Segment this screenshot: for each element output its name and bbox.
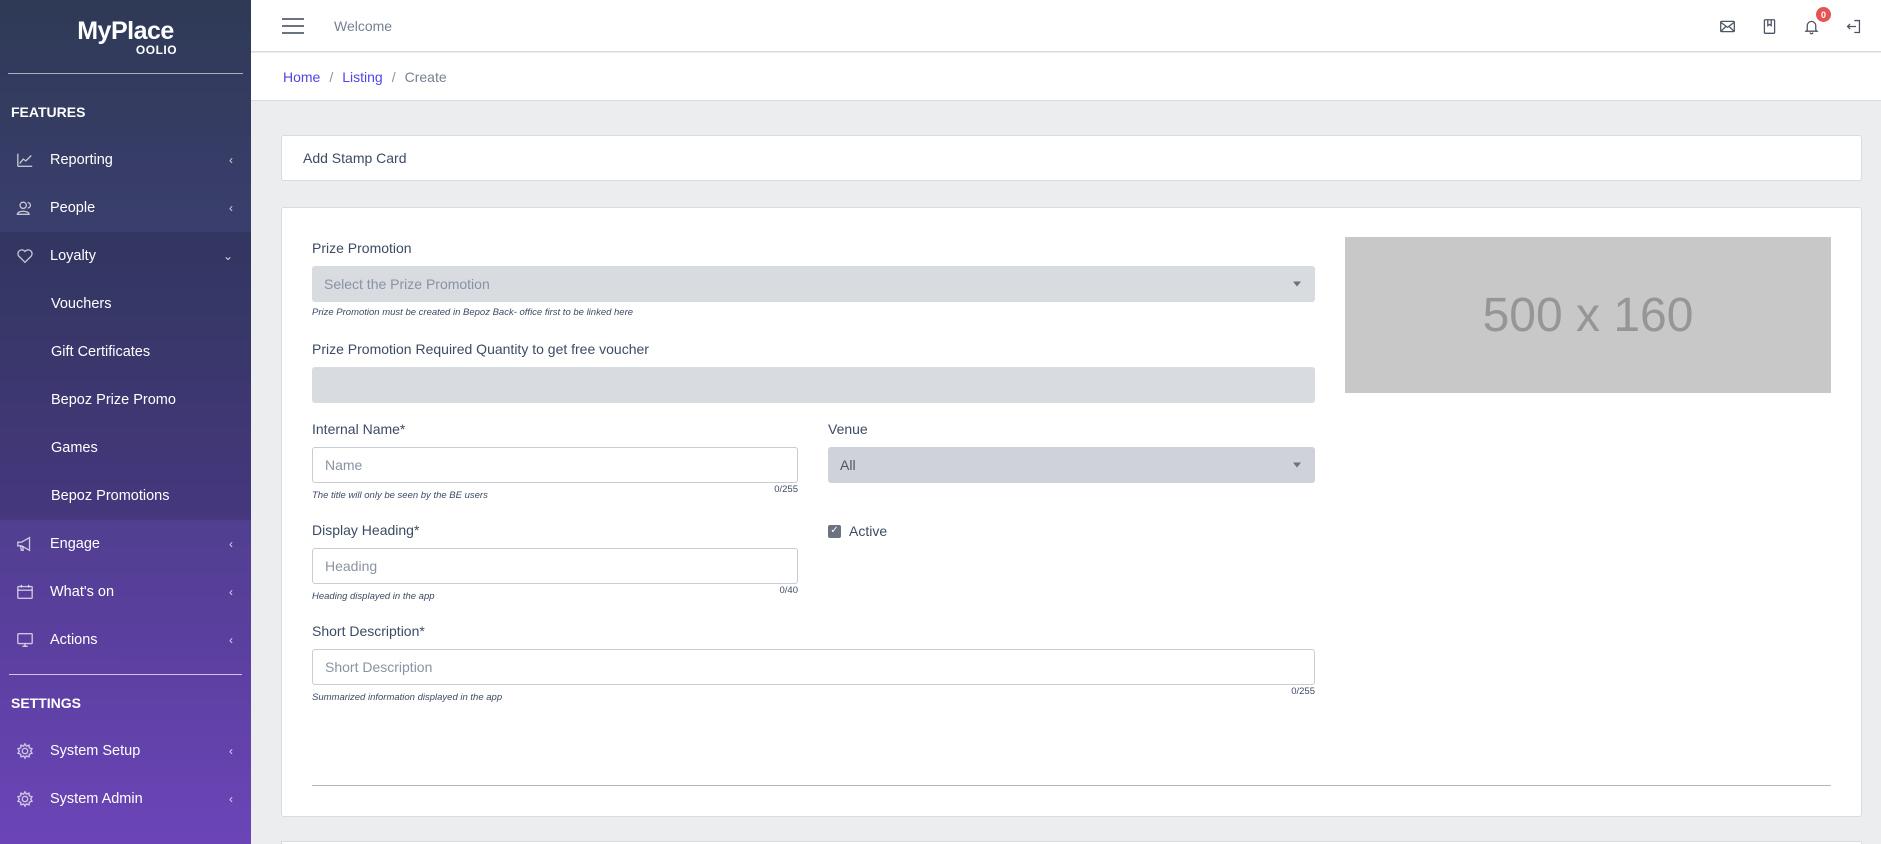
sidebar-divider xyxy=(9,674,242,675)
chart-icon xyxy=(14,149,36,171)
sidebar-item-label: Gift Certificates xyxy=(51,344,151,360)
gear-icon xyxy=(14,788,36,810)
venue-label: Venue xyxy=(828,421,868,437)
sidebar-item-engage[interactable]: Engage ‹ xyxy=(0,520,251,568)
breadcrumb-separator: / xyxy=(391,68,396,85)
monitor-icon xyxy=(14,629,36,651)
prize-promotion-placeholder: Select the Prize Promotion xyxy=(324,276,490,292)
required-quantity-label: Prize Promotion Required Quantity to get… xyxy=(312,341,649,357)
breadcrumb-home[interactable]: Home xyxy=(283,69,320,85)
top-header: Welcome 0 xyxy=(251,0,1881,52)
internal-name-counter: 0/255 xyxy=(774,484,798,495)
brand-name: MyPlace xyxy=(77,16,174,45)
image-placeholder[interactable]: 500 x 160 xyxy=(1345,237,1831,393)
breadcrumb-separator: / xyxy=(329,68,334,85)
active-checkbox[interactable]: ✓ xyxy=(828,524,841,538)
sidebar-item-label: Games xyxy=(51,440,98,456)
sidebar-item-label: System Admin xyxy=(50,791,143,807)
form-divider xyxy=(312,785,1831,786)
section-title-settings: SETTINGS xyxy=(11,695,82,711)
chevron-left-icon: ‹ xyxy=(229,153,233,167)
sidebar: MyPlace OOLIO FEATURES Reporting ‹ Peopl… xyxy=(0,0,251,844)
sidebar-item-whats-on[interactable]: What's on ‹ xyxy=(0,568,251,616)
breadcrumb-current: Create xyxy=(404,68,447,85)
sidebar-item-vouchers[interactable]: Vouchers xyxy=(0,280,251,328)
sidebar-item-label: Bepoz Prize Promo xyxy=(51,392,176,408)
book-icon[interactable] xyxy=(1759,16,1779,36)
active-checkbox-group: ✓ Active xyxy=(828,523,887,539)
prize-promotion-help: Prize Promotion must be created in Bepoz… xyxy=(312,307,634,318)
hamburger-menu-icon[interactable] xyxy=(282,17,304,34)
image-placeholder-text: 500 x 160 xyxy=(1482,288,1694,342)
chevron-left-icon: ‹ xyxy=(229,792,233,806)
sidebar-item-system-setup[interactable]: System Setup ‹ xyxy=(0,727,251,775)
sidebar-item-bepoz-promotions[interactable]: Bepoz Promotions xyxy=(0,472,251,520)
notification-badge: 0 xyxy=(1816,7,1831,22)
internal-name-input[interactable] xyxy=(312,447,798,483)
calendar-icon xyxy=(14,581,36,603)
people-icon xyxy=(14,197,36,219)
sidebar-item-label: Vouchers xyxy=(51,296,112,312)
welcome-text: Welcome xyxy=(334,17,393,34)
chevron-left-icon: ‹ xyxy=(229,201,233,215)
envelope-icon[interactable] xyxy=(1717,16,1737,36)
sidebar-item-people[interactable]: People ‹ xyxy=(0,184,251,232)
chevron-left-icon: ‹ xyxy=(229,537,233,551)
gear-icon xyxy=(14,740,36,762)
short-description-label: Short Description* xyxy=(312,623,425,639)
internal-name-label: Internal Name* xyxy=(312,421,406,437)
breadcrumb-listing[interactable]: Listing xyxy=(342,69,382,85)
sidebar-item-label: Engage xyxy=(50,536,100,552)
sidebar-item-label: What's on xyxy=(50,584,115,600)
prize-promotion-select[interactable]: Select the Prize Promotion xyxy=(312,266,1315,302)
required-quantity-input[interactable] xyxy=(312,367,1315,403)
sidebar-item-label: Loyalty xyxy=(50,248,96,264)
page-title-card: Add Stamp Card xyxy=(281,135,1862,181)
short-description-input[interactable] xyxy=(312,649,1315,685)
heart-icon xyxy=(14,245,36,267)
sidebar-item-system-admin[interactable]: System Admin ‹ xyxy=(0,775,251,823)
venue-select[interactable]: All xyxy=(828,447,1315,483)
caret-down-icon xyxy=(1293,462,1301,468)
brand-logo[interactable]: MyPlace OOLIO xyxy=(8,0,243,74)
section-title-features: FEATURES xyxy=(11,104,86,120)
loyalty-subnav: Vouchers Gift Certificates Bepoz Prize P… xyxy=(0,280,251,520)
display-heading-label: Display Heading* xyxy=(312,522,420,538)
logout-icon[interactable] xyxy=(1843,16,1863,36)
caret-down-icon xyxy=(1293,281,1301,287)
display-heading-counter: 0/40 xyxy=(779,585,799,596)
breadcrumb: Home / Listing / Create xyxy=(251,53,1881,101)
bell-icon[interactable]: 0 xyxy=(1801,7,1831,36)
sidebar-item-gift-certificates[interactable]: Gift Certificates xyxy=(0,328,251,376)
sidebar-item-bepoz-prize-promo[interactable]: Bepoz Prize Promo xyxy=(0,376,251,424)
brand-sub: OOLIO xyxy=(135,42,178,57)
header-icons: 0 xyxy=(1717,0,1863,52)
chevron-left-icon: ‹ xyxy=(229,633,233,647)
sidebar-item-reporting[interactable]: Reporting ‹ xyxy=(0,136,251,184)
sidebar-item-actions[interactable]: Actions ‹ xyxy=(0,616,251,664)
chevron-left-icon: ‹ xyxy=(229,744,233,758)
prize-promotion-label: Prize Promotion xyxy=(312,240,412,256)
sidebar-item-games[interactable]: Games xyxy=(0,424,251,472)
display-heading-input[interactable] xyxy=(312,548,798,584)
sidebar-item-label: System Setup xyxy=(50,743,141,759)
active-label: Active xyxy=(849,523,888,539)
sidebar-item-loyalty[interactable]: Loyalty ⌄ xyxy=(0,232,251,280)
megaphone-icon xyxy=(14,533,36,555)
chevron-down-icon: ⌄ xyxy=(222,249,233,263)
short-description-help: Summarized information displayed in the … xyxy=(312,692,503,703)
venue-selected-value: All xyxy=(840,457,856,473)
sidebar-item-label: Actions xyxy=(50,632,98,648)
sidebar-item-label: People xyxy=(50,200,96,216)
display-heading-help: Heading displayed in the app xyxy=(312,591,435,602)
internal-name-help: The title will only be seen by the BE us… xyxy=(312,490,488,501)
page-title: Add Stamp Card xyxy=(303,150,407,166)
sidebar-item-label: Bepoz Promotions xyxy=(51,488,170,504)
sidebar-item-label: Reporting xyxy=(50,152,113,168)
short-description-counter: 0/255 xyxy=(1291,686,1315,697)
chevron-left-icon: ‹ xyxy=(229,585,233,599)
